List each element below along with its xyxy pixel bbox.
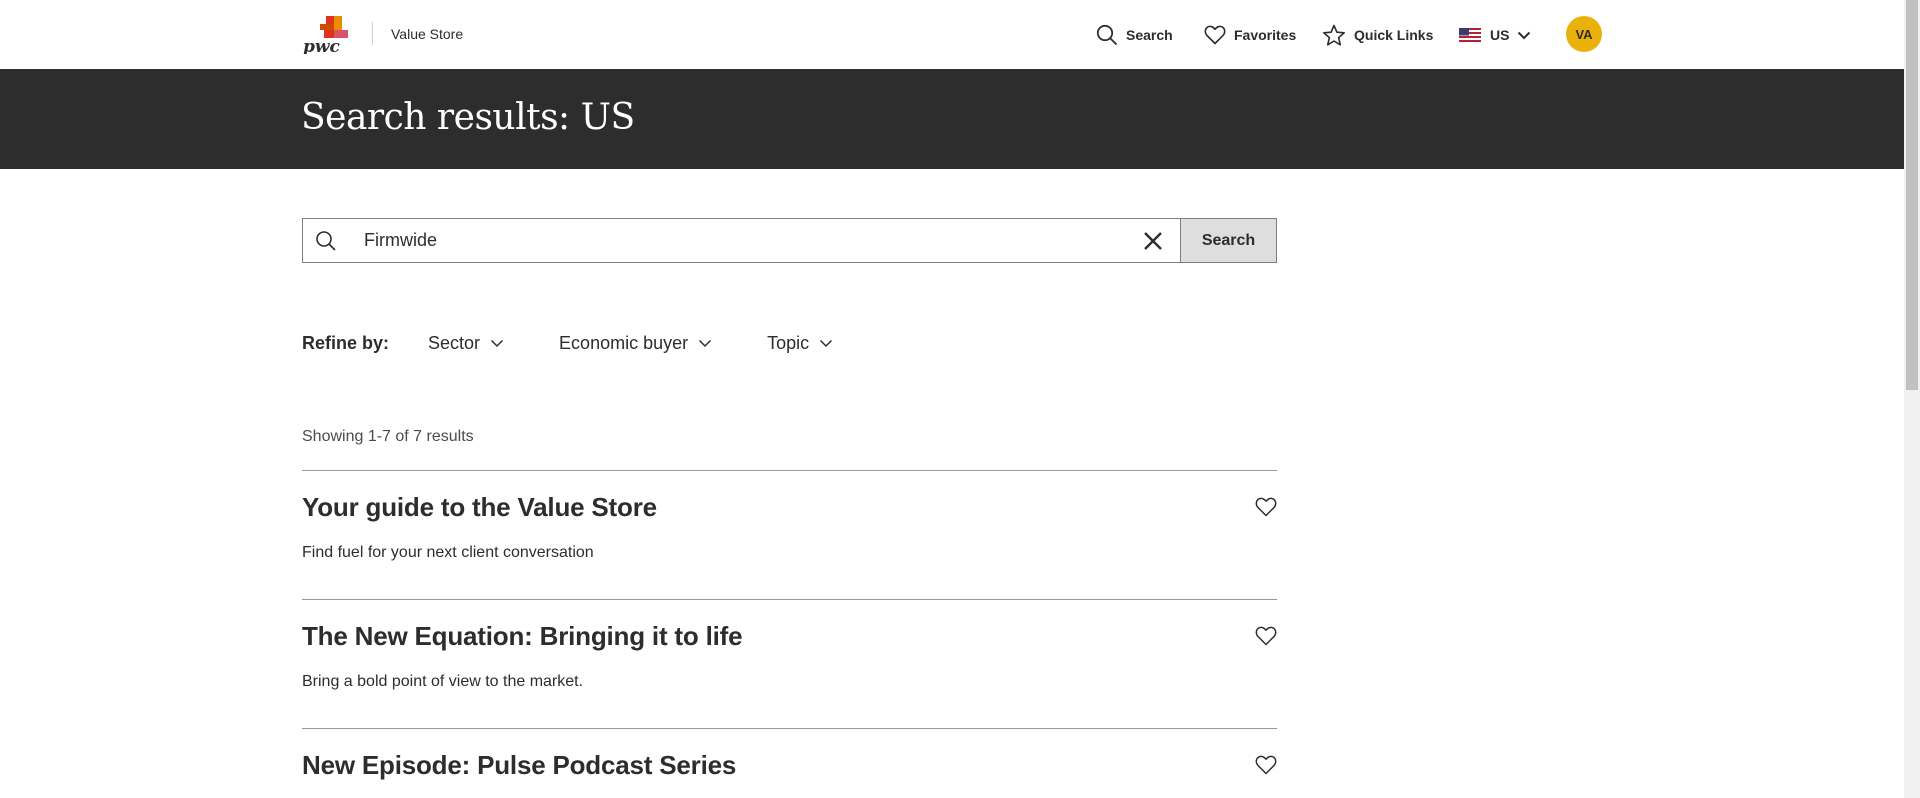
search-input[interactable] [303, 219, 1180, 262]
hero-banner: Search results: US [0, 69, 1904, 169]
result-title[interactable]: The New Equation: Bringing it to life [302, 621, 743, 652]
chevron-down-icon [491, 339, 504, 347]
svg-text:pwc: pwc [303, 37, 341, 54]
user-avatar[interactable]: VA [1566, 16, 1602, 52]
result-title[interactable]: New Episode: Pulse Podcast Series [302, 750, 736, 781]
heart-icon [1204, 25, 1226, 45]
region-label: US [1490, 27, 1510, 43]
filter-economic-buyer-dropdown[interactable]: Economic buyer [559, 333, 712, 354]
pwc-logo[interactable]: pwc [302, 14, 354, 57]
scrollbar-thumb[interactable] [1906, 0, 1918, 390]
chevron-down-icon [820, 339, 833, 347]
logo-divider [372, 22, 373, 45]
search-icon [316, 231, 336, 251]
header-favorites-label: Favorites [1234, 27, 1297, 43]
results-count: Showing 1-7 of 7 results [302, 428, 474, 445]
top-header: pwc Value Store Search Favorites Quick L… [0, 0, 1904, 69]
result-title[interactable]: Your guide to the Value Store [302, 492, 657, 523]
result-item: Your guide to the Value Store Find fuel … [302, 470, 1277, 599]
header-quick-links-label: Quick Links [1354, 27, 1434, 43]
header-search-link[interactable]: Search [1096, 22, 1173, 48]
star-icon [1323, 24, 1345, 46]
search-bar: Search [302, 218, 1277, 263]
refine-label: Refine by: [302, 332, 390, 353]
header-favorites-link[interactable]: Favorites [1204, 22, 1296, 48]
filter-topic-label: Topic [767, 332, 810, 353]
search-icon [1096, 24, 1118, 46]
result-description: Bring a bold point of view to the market… [302, 673, 584, 690]
result-item: The New Equation: Bringing it to life Br… [302, 599, 1277, 728]
region-selector[interactable]: US [1459, 22, 1531, 48]
app-name[interactable]: Value Store [391, 26, 463, 42]
result-item: New Episode: Pulse Podcast Series [302, 728, 1277, 798]
search-field [303, 219, 1180, 262]
chevron-down-icon [699, 339, 712, 347]
header-search-label: Search [1126, 27, 1173, 43]
result-description: Find fuel for your next client conversat… [302, 544, 594, 561]
chevron-down-icon [1518, 31, 1531, 39]
filter-topic-dropdown[interactable]: Topic [767, 333, 833, 354]
us-flag-icon [1459, 28, 1481, 42]
filter-economic-buyer-label: Economic buyer [559, 332, 689, 353]
refine-bar: Refine by: Sector Economic buyer Topic [302, 332, 888, 354]
close-icon[interactable] [1142, 230, 1164, 252]
heart-icon[interactable] [1255, 626, 1277, 646]
page-title: Search results: US [301, 97, 635, 138]
heart-icon[interactable] [1255, 497, 1277, 517]
filter-sector-dropdown[interactable]: Sector [428, 333, 504, 354]
filter-sector-label: Sector [428, 332, 481, 353]
heart-icon[interactable] [1255, 755, 1277, 775]
header-quick-links-link[interactable]: Quick Links [1322, 22, 1433, 48]
search-button[interactable]: Search [1180, 219, 1276, 262]
